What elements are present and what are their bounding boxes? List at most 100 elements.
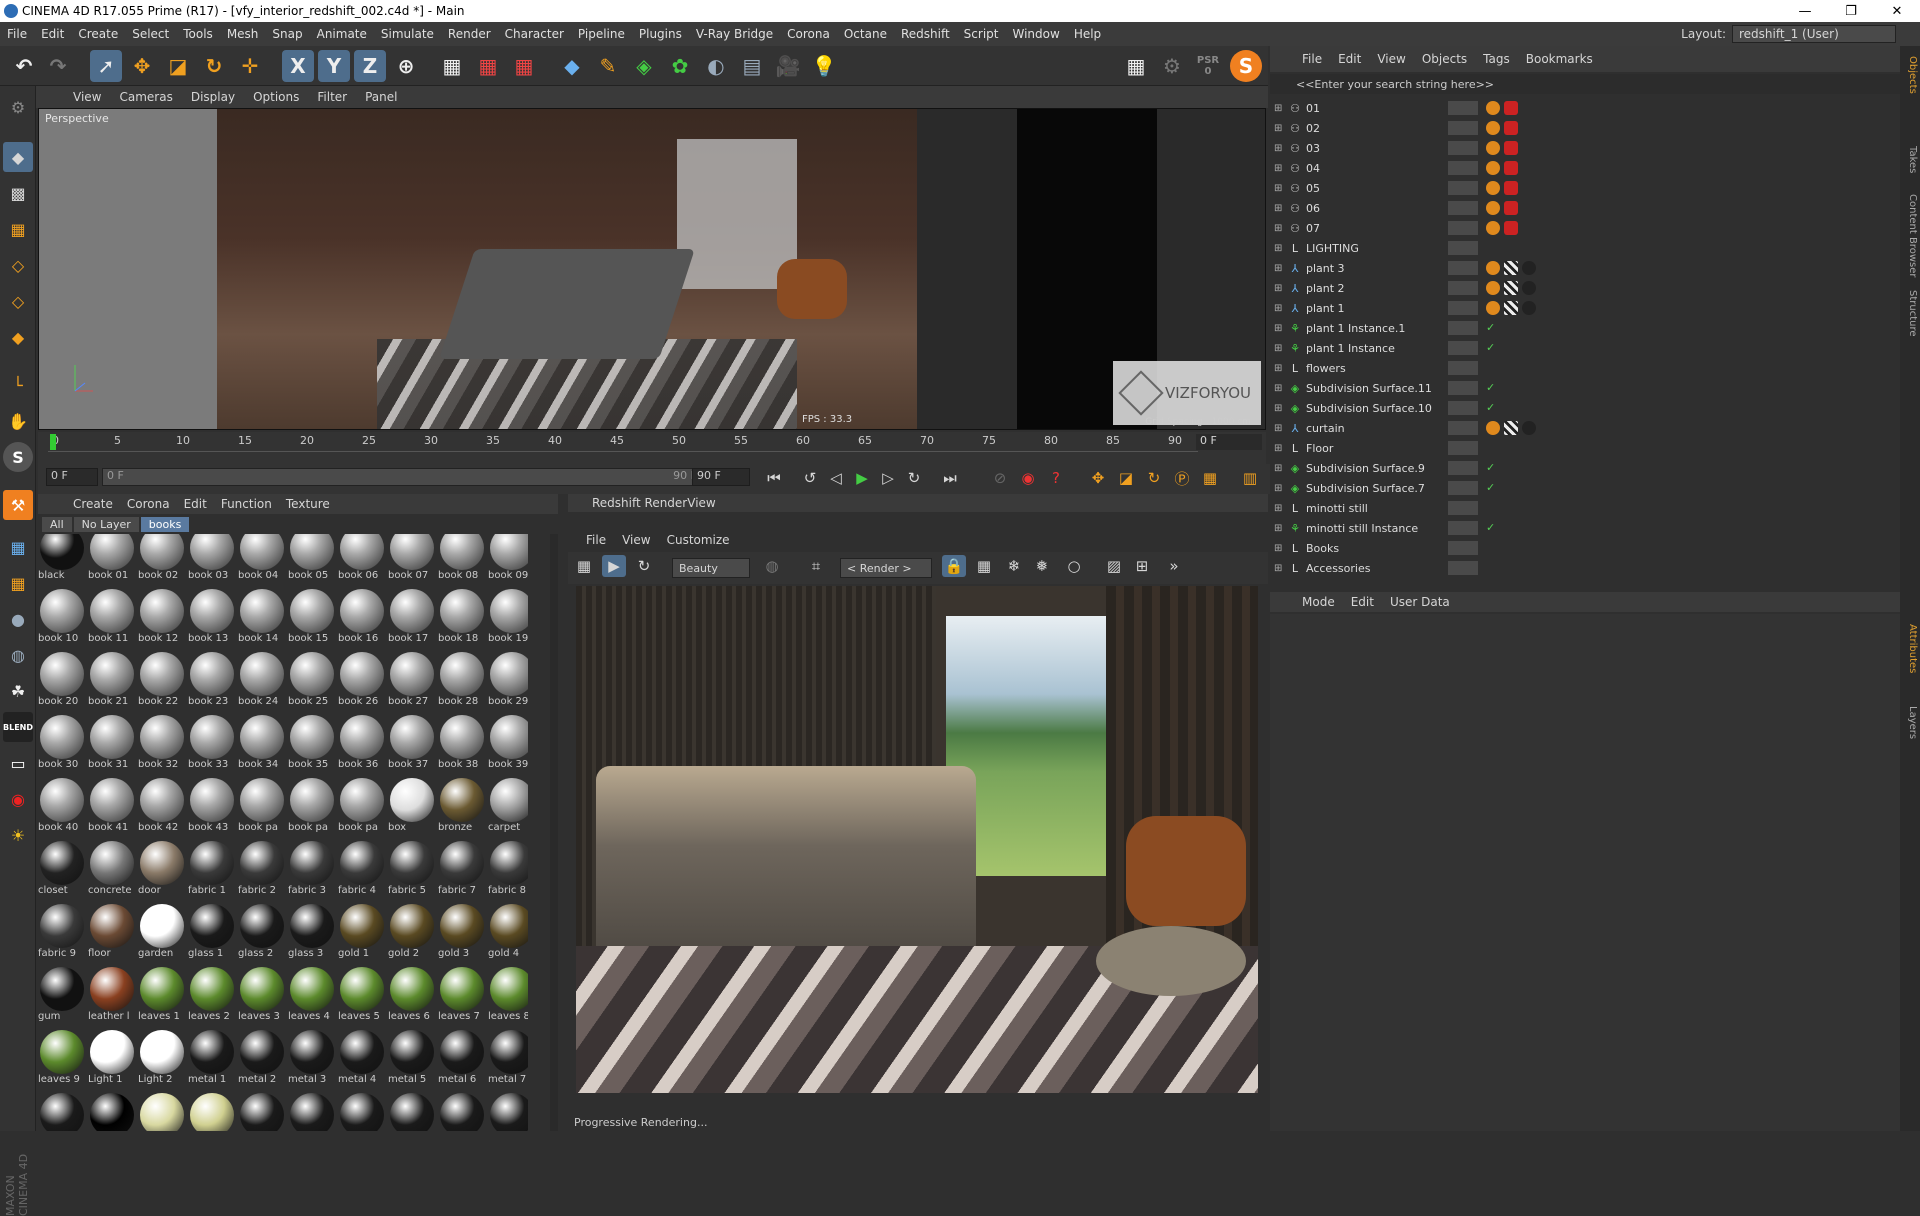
material-swatch[interactable]: book 33	[188, 713, 236, 775]
menu-octane[interactable]: Octane	[837, 27, 894, 41]
expand-toggle-icon[interactable]: ⊞	[1274, 183, 1284, 194]
texture-mode-icon[interactable]: ▩	[3, 178, 33, 208]
keyframe-help-icon[interactable]: ?	[1044, 467, 1068, 489]
object-row[interactable]: ⊞ ⚇ 01	[1270, 98, 1890, 118]
soft-selection-icon[interactable]: S	[3, 442, 33, 472]
material-swatch[interactable]: plastick	[488, 1091, 528, 1131]
maximize-button[interactable]: ❐	[1828, 0, 1874, 22]
start-render-icon[interactable]: ▶	[602, 555, 626, 577]
render-settings-icon[interactable]: ▦	[508, 50, 540, 82]
material-swatch[interactable]: book 10	[38, 587, 86, 649]
material-swatch[interactable]: leaves 7	[438, 965, 486, 1027]
material-swatch[interactable]: fabric 5	[388, 839, 436, 901]
aov-dropdown[interactable]: Beauty	[672, 558, 750, 578]
material-swatch[interactable]: book 07	[388, 534, 436, 586]
tag-red-icon[interactable]	[1504, 221, 1518, 235]
material-swatch[interactable]: metal 7	[488, 1028, 528, 1090]
material-swatch[interactable]: floor	[88, 902, 136, 964]
viewport-menu-options[interactable]: Options	[244, 90, 308, 104]
prev-frame-icon[interactable]: ◁	[824, 467, 848, 489]
grid-view-icon[interactable]: ▦	[972, 555, 996, 577]
points-mode-icon[interactable]: ◇	[3, 250, 33, 280]
material-swatch[interactable]: book 38	[438, 713, 486, 775]
blend-icon[interactable]: BLEND	[3, 712, 33, 742]
axis-mode-icon[interactable]: └	[3, 370, 33, 400]
pen-icon[interactable]: ✎	[592, 50, 624, 82]
ivy-icon[interactable]: ☘	[3, 676, 33, 706]
material-swatch[interactable]: book 35	[288, 713, 336, 775]
sun-icon[interactable]: ☀	[3, 820, 33, 850]
material-swatch[interactable]: book 23	[188, 650, 236, 712]
render-target-dropdown[interactable]: < Render >	[840, 558, 932, 578]
material-swatch[interactable]: book 32	[138, 713, 186, 775]
material-swatch[interactable]: book 41	[88, 776, 136, 838]
object-search-field[interactable]: <<Enter your search string here>>	[1270, 74, 1900, 94]
x-axis-button[interactable]: X	[282, 50, 314, 82]
expand-toggle-icon[interactable]: ⊞	[1274, 543, 1284, 554]
object-row[interactable]: ⊞ Lflowers	[1270, 358, 1890, 378]
live-selection-icon[interactable]: ➚	[90, 50, 122, 82]
material-swatch[interactable]: book 04	[238, 534, 286, 586]
object-visibility-flags[interactable]	[1448, 461, 1478, 475]
material-swatch[interactable]: book 31	[88, 713, 136, 775]
subdivision-icon[interactable]: ◈	[628, 50, 660, 82]
material-menu-function[interactable]: Function	[214, 497, 279, 511]
menu-plugins[interactable]: Plugins	[632, 27, 689, 41]
tag-orange-icon[interactable]	[1486, 281, 1500, 295]
tag-orange-icon[interactable]	[1486, 301, 1500, 315]
tag-check-icon[interactable]	[1504, 281, 1518, 295]
material-swatch[interactable]: leaves 2	[188, 965, 236, 1027]
crop-icon[interactable]: ⌗	[804, 555, 828, 577]
material-swatch[interactable]: book 03	[188, 534, 236, 586]
material-swatch[interactable]: leaves 8	[488, 965, 528, 1027]
material-swatch[interactable]: leather l	[88, 965, 136, 1027]
material-swatch[interactable]: book 39	[488, 713, 528, 775]
object-visibility-flags[interactable]	[1448, 281, 1478, 295]
material-layer-books[interactable]: books	[140, 516, 190, 532]
rendered-image[interactable]	[576, 586, 1258, 1093]
material-swatch[interactable]: book 01	[88, 534, 136, 586]
current-frame-field[interactable]: 0 F	[1196, 434, 1262, 450]
tag-orange-icon[interactable]	[1486, 161, 1500, 175]
tag-dark-icon[interactable]	[1522, 301, 1536, 315]
workplane-icon[interactable]: ▦	[3, 214, 33, 244]
material-swatch[interactable]: Light 2	[138, 1028, 186, 1090]
material-swatch[interactable]: gold 2	[388, 902, 436, 964]
object-visibility-flags[interactable]	[1448, 161, 1478, 175]
side-tab-layers[interactable]: Layers	[1902, 706, 1918, 739]
key-move-icon[interactable]: ✥	[1086, 467, 1110, 489]
material-swatch[interactable]: closet	[38, 839, 86, 901]
key-rotate-icon[interactable]: ↻	[1142, 467, 1166, 489]
key-param-icon[interactable]: Ⓟ	[1170, 467, 1194, 489]
sphere2-icon[interactable]: ◍	[3, 640, 33, 670]
menu-character[interactable]: Character	[498, 27, 571, 41]
material-swatch[interactable]: plastick	[388, 1091, 436, 1131]
material-swatch[interactable]: leaves 4	[288, 965, 336, 1027]
material-swatch[interactable]: metal 2	[238, 1028, 286, 1090]
record-position-icon[interactable]: ⊘	[988, 467, 1012, 489]
tag-red-icon[interactable]	[1504, 181, 1518, 195]
tag-green-icon[interactable]: ✓	[1486, 381, 1496, 395]
material-swatch[interactable]: book 08	[438, 534, 486, 586]
material-swatch[interactable]: book 19	[488, 587, 528, 649]
menu-help[interactable]: Help	[1067, 27, 1108, 41]
expand-toggle-icon[interactable]: ⊞	[1274, 303, 1284, 314]
object-visibility-flags[interactable]	[1448, 381, 1478, 395]
sphere-icon[interactable]: ●	[3, 604, 33, 634]
tag-dark-icon[interactable]	[1522, 261, 1536, 275]
object-menu-view[interactable]: View	[1369, 52, 1413, 66]
tag-green-icon[interactable]: ✓	[1486, 461, 1496, 475]
material-swatch[interactable]: book 28	[438, 650, 486, 712]
object-visibility-flags[interactable]	[1448, 361, 1478, 375]
material-swatch[interactable]: book 25	[288, 650, 336, 712]
scale-icon[interactable]: ◪	[162, 50, 194, 82]
tag-red-icon[interactable]	[1504, 161, 1518, 175]
material-swatch[interactable]: book 29	[488, 650, 528, 712]
menu-v-ray-bridge[interactable]: V-Ray Bridge	[689, 27, 780, 41]
object-visibility-flags[interactable]	[1448, 341, 1478, 355]
tag-dark-icon[interactable]	[1522, 281, 1536, 295]
object-visibility-flags[interactable]	[1448, 301, 1478, 315]
object-visibility-flags[interactable]	[1448, 321, 1478, 335]
object-row[interactable]: ⊞ ◈ Subdivision Surface.10 ✓	[1270, 398, 1890, 418]
material-swatch[interactable]: book 09	[488, 534, 528, 586]
